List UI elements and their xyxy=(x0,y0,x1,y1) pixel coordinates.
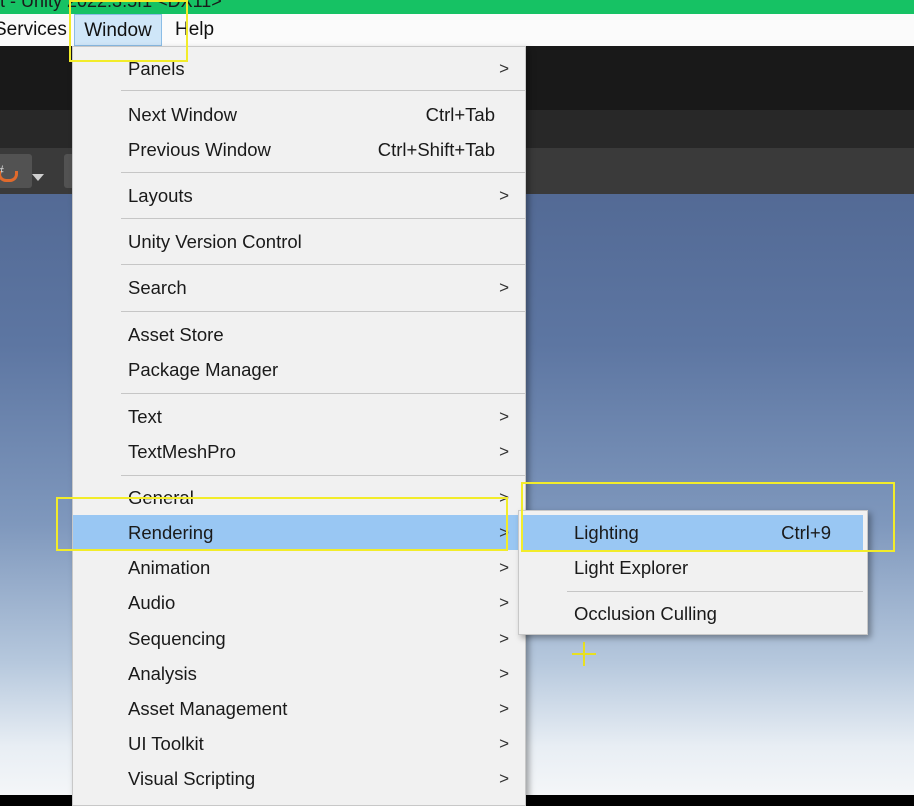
menu-item-label: Light Explorer xyxy=(574,557,689,578)
menu-item-label: Analysis xyxy=(128,663,197,684)
menu-item-shortcut: Ctrl+Shift+Tab xyxy=(377,139,495,160)
menu-item-label: Asset Management xyxy=(128,698,288,719)
menu-item-label: Audio xyxy=(128,592,176,613)
menu-item-label: Animation xyxy=(128,557,211,578)
menu-item-package-manager[interactable]: Package Manager xyxy=(73,352,525,387)
menu-item-visual-scripting[interactable]: Visual Scripting > xyxy=(73,761,525,796)
window-title: t - Unity 2022.3.5f1 <DX11> xyxy=(0,0,222,11)
menu-item-label: Previous Window xyxy=(128,139,271,160)
menu-item-text[interactable]: Text > xyxy=(73,399,525,434)
menu-item-panels[interactable]: Panels > xyxy=(73,51,525,86)
menu-separator xyxy=(121,393,525,394)
menu-item-label: UI Toolkit xyxy=(128,733,204,754)
menu-item-label: Unity Version Control xyxy=(128,231,302,252)
menu-item-label: Visual Scripting xyxy=(128,768,256,789)
menu-item-label: Rendering xyxy=(128,522,214,543)
submenu-item-lighting[interactable]: Lighting Ctrl+9 xyxy=(523,515,863,551)
menu-item-unity-version-control[interactable]: Unity Version Control xyxy=(73,224,525,259)
menu-item-label: Package Manager xyxy=(128,359,279,380)
menu-item-label: Layouts xyxy=(128,185,193,206)
menu-item-textmeshpro[interactable]: TextMeshPro > xyxy=(73,434,525,469)
submenu-item-occlusion-culling[interactable]: Occlusion Culling xyxy=(519,596,867,632)
menu-item-layouts[interactable]: Layouts > xyxy=(73,178,525,213)
menu-item-asset-store[interactable]: Asset Store xyxy=(73,317,525,352)
menu-item-animation[interactable]: Animation > xyxy=(73,550,525,585)
window-menu-dropdown: Panels > Next Window Ctrl+Tab Previous W… xyxy=(72,46,526,806)
chevron-right-icon: > xyxy=(499,734,509,753)
menu-item-label: Sequencing xyxy=(128,628,226,649)
chevron-right-icon: > xyxy=(499,442,509,461)
chevron-right-icon: > xyxy=(499,699,509,718)
snap-toggle-button[interactable]: # xyxy=(0,154,44,188)
menu-item-shortcut: Ctrl+Tab xyxy=(425,104,495,125)
chevron-right-icon: > xyxy=(499,558,509,577)
chevron-right-icon: > xyxy=(499,186,509,205)
menu-item-label: Lighting xyxy=(574,522,639,543)
chevron-right-icon: > xyxy=(499,664,509,683)
menu-separator xyxy=(121,311,525,312)
window-title-bar: t - Unity 2022.3.5f1 <DX11> xyxy=(0,0,914,14)
chevron-down-icon xyxy=(32,174,44,181)
menu-separator xyxy=(121,90,525,91)
chevron-right-icon: > xyxy=(499,593,509,612)
menu-separator xyxy=(567,591,863,592)
cursor-crosshair-icon xyxy=(572,642,596,666)
menu-bar: Services Window Help xyxy=(0,14,914,46)
menu-item-label: Asset Store xyxy=(128,324,224,345)
menu-item-sequencing[interactable]: Sequencing > xyxy=(73,621,525,656)
menu-item-label: Text xyxy=(128,406,162,427)
menu-item-shortcut: Ctrl+9 xyxy=(781,522,831,543)
menu-item-asset-management[interactable]: Asset Management > xyxy=(73,691,525,726)
menu-item-ui-toolkit[interactable]: UI Toolkit > xyxy=(73,726,525,761)
menu-services[interactable]: Services xyxy=(0,14,67,46)
menu-item-general[interactable]: General > xyxy=(73,480,525,515)
menu-item-label: Next Window xyxy=(128,104,237,125)
rendering-submenu: Lighting Ctrl+9 Light Explorer Occlusion… xyxy=(518,510,868,635)
menu-separator xyxy=(121,218,525,219)
menu-item-rendering[interactable]: Rendering > xyxy=(73,515,525,550)
menu-item-label: Search xyxy=(128,277,187,298)
menu-window[interactable]: Window xyxy=(74,14,162,46)
menu-item-label: General xyxy=(128,487,194,508)
chevron-right-icon: > xyxy=(499,407,509,426)
menu-separator xyxy=(121,264,525,265)
chevron-right-icon: > xyxy=(499,278,509,297)
menu-help[interactable]: Help xyxy=(175,14,214,46)
menu-item-search[interactable]: Search > xyxy=(73,270,525,305)
menu-item-analysis[interactable]: Analysis > xyxy=(73,656,525,691)
menu-item-label: Occlusion Culling xyxy=(574,603,717,624)
chevron-right-icon: > xyxy=(499,488,509,507)
magnet-icon xyxy=(0,171,18,182)
menu-item-next-window[interactable]: Next Window Ctrl+Tab xyxy=(73,97,525,132)
menu-separator xyxy=(121,475,525,476)
chevron-right-icon: > xyxy=(499,629,509,648)
chevron-right-icon: > xyxy=(499,769,509,788)
menu-separator xyxy=(121,172,525,173)
menu-item-label: TextMeshPro xyxy=(128,441,236,462)
chevron-right-icon: > xyxy=(499,59,509,78)
menu-item-audio[interactable]: Audio > xyxy=(73,585,525,620)
menu-item-previous-window[interactable]: Previous Window Ctrl+Shift+Tab xyxy=(73,132,525,167)
submenu-item-light-explorer[interactable]: Light Explorer xyxy=(519,550,867,586)
chevron-right-icon: > xyxy=(499,523,509,542)
menu-item-label: Panels xyxy=(128,58,185,79)
